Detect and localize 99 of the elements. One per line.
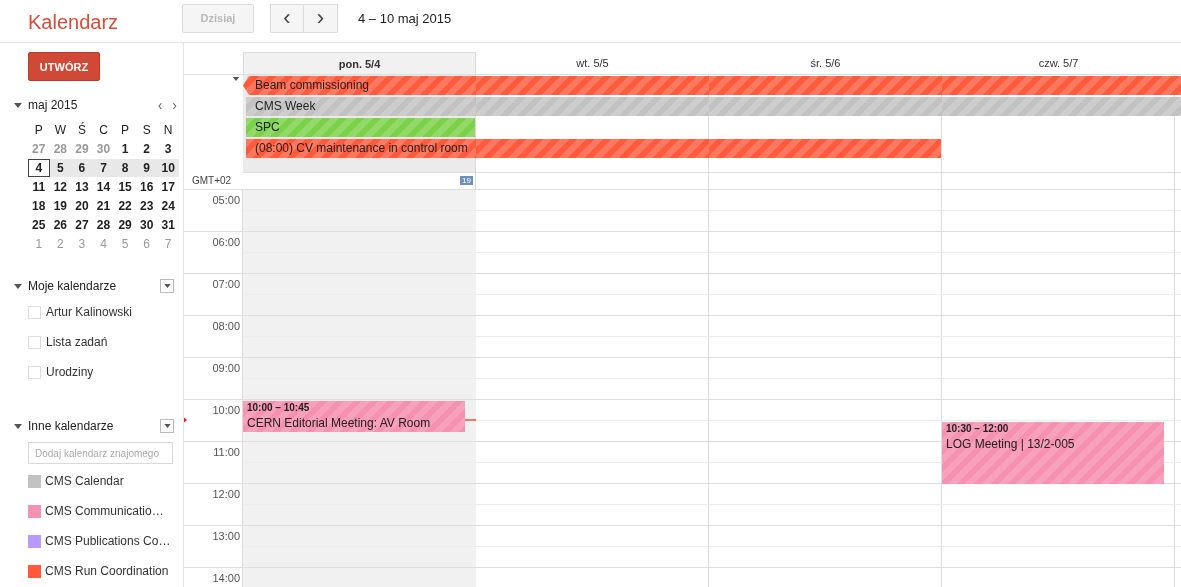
event-bar-segment[interactable] <box>246 97 476 116</box>
date-cell[interactable]: 23 <box>135 197 158 215</box>
calendar-name[interactable]: CMS Publications Co… <box>45 534 171 548</box>
date-cell[interactable]: 4 <box>28 159 50 177</box>
all-day-event-title[interactable]: CMS Week <box>255 97 316 116</box>
date-cell[interactable]: 16 <box>135 178 158 196</box>
day-header[interactable]: wt. 5/5 <box>476 52 709 74</box>
color-swatch[interactable] <box>28 504 41 518</box>
calendar-name[interactable]: CMS Communicatio… <box>45 504 164 518</box>
checkbox[interactable] <box>28 335 41 349</box>
calendar-name[interactable]: CMS Calendar <box>45 474 124 488</box>
date-cell[interactable]: 27 <box>71 216 93 234</box>
date-cell[interactable]: 12 <box>49 178 72 196</box>
calendar-name[interactable]: Lista zadań <box>46 335 108 349</box>
date-cell[interactable]: 22 <box>114 197 136 215</box>
hour-label: 05:00 <box>212 194 240 206</box>
date-cell[interactable]: 25 <box>28 216 50 234</box>
section-title: Inne kalendarze <box>28 419 114 433</box>
date-cell[interactable]: 31 <box>157 216 179 234</box>
date-cell[interactable]: 18 <box>28 197 50 215</box>
collapse-icon[interactable] <box>14 102 22 108</box>
date-cell[interactable]: 6 <box>71 159 93 177</box>
event-title: CERN Editorial Meeting: AV Room <box>247 416 431 430</box>
day-header[interactable]: czw. 5/7 <box>942 52 1175 74</box>
color-swatch[interactable] <box>28 474 41 488</box>
date-cell[interactable]: 20 <box>71 197 93 215</box>
collapse-icon[interactable] <box>232 77 240 81</box>
add-calendar-field[interactable]: Dodaj kalendarz znajomego <box>28 442 173 464</box>
weekday-label: S <box>141 122 152 139</box>
date-cell[interactable]: 28 <box>92 216 115 234</box>
collapse-icon[interactable] <box>14 423 22 429</box>
color-swatch[interactable] <box>28 534 41 548</box>
hour-label: 10:00 <box>212 404 240 416</box>
date-cell[interactable]: 7 <box>92 159 115 177</box>
month-label: maj 2015 <box>28 98 78 112</box>
previous-button[interactable]: ‹ <box>270 3 304 33</box>
calendar-name[interactable]: Artur Kalinowski <box>46 305 133 319</box>
date-cell[interactable]: 10 <box>157 159 179 177</box>
date-cell[interactable]: 9 <box>135 159 158 177</box>
weekday-label: P <box>120 122 131 139</box>
date-cell[interactable]: 30 <box>135 216 158 234</box>
previous-month-button[interactable]: ‹ <box>157 99 163 111</box>
date-cell[interactable]: 17 <box>157 178 179 196</box>
color-swatch[interactable] <box>28 564 41 578</box>
hour-label: 09:00 <box>212 362 240 374</box>
hour-label: 07:00 <box>212 278 240 290</box>
caret-icon <box>163 284 171 288</box>
date-cell[interactable]: 8 <box>114 159 136 177</box>
date-cell[interactable]: 15 <box>114 178 136 196</box>
weekday-label: W <box>53 122 67 139</box>
create-button[interactable]: UTWÓRZ <box>28 52 100 81</box>
date-cell[interactable]: 29 <box>114 216 136 234</box>
all-day-event-title[interactable]: SPC <box>255 118 280 137</box>
hour-label: 12:00 <box>212 488 240 500</box>
date-cell[interactable]: 11 <box>28 178 50 196</box>
event-bar-segment[interactable] <box>243 76 476 95</box>
event-block[interactable]: 10:00 – 10:45 CERN Editorial Meeting: AV Room <box>243 401 465 432</box>
calendar-badge: 19 <box>460 176 473 185</box>
timezone-label: GMT+02 <box>191 174 233 188</box>
date-cell[interactable]: 5 <box>49 159 72 177</box>
day-header[interactable]: śr. 5/6 <box>709 52 942 74</box>
dropdown-button[interactable] <box>160 419 174 433</box>
date-cell[interactable]: 24 <box>157 197 179 215</box>
dropdown-button[interactable] <box>160 279 174 293</box>
date-cell[interactable]: 2 <box>135 140 158 158</box>
date-cell[interactable]: 1 <box>114 140 136 158</box>
all-day-event-title[interactable]: (08:00) CV maintenance in control room <box>255 139 468 158</box>
event-time: 10:00 – 10:45 <box>247 402 311 413</box>
date-range: 4 – 10 maj 2015 <box>358 10 452 26</box>
date-cell[interactable]: 19 <box>49 197 72 215</box>
calendar-name[interactable]: CMS Run Coordination <box>45 564 169 578</box>
event-title: LOG Meeting | 13/2-005 <box>946 437 1075 451</box>
event-block[interactable]: 10:30 – 12:00 LOG Meeting | 13/2-005 <box>942 422 1164 484</box>
weekday-label: P <box>33 122 44 139</box>
date-cell[interactable]: 3 <box>157 140 179 158</box>
date-cell[interactable]: 21 <box>92 197 115 215</box>
section-title: Moje kalendarze <box>28 279 117 293</box>
day-header[interactable]: pon. 5/4 <box>243 52 476 74</box>
event-time: 10:30 – 12:00 <box>946 423 1010 434</box>
weekday-label: Ś <box>76 121 87 139</box>
weekday-label: N <box>162 122 174 139</box>
all-day-event-title[interactable]: Beam commissioning <box>255 76 370 95</box>
date-cell[interactable]: 13 <box>71 178 93 196</box>
date-cell[interactable]: 26 <box>49 216 72 234</box>
app-title: Kalendarz <box>27 10 120 34</box>
checkbox[interactable] <box>28 365 41 379</box>
collapse-icon[interactable] <box>14 283 22 289</box>
next-month-button[interactable]: › <box>172 99 177 111</box>
weekday-label: C <box>98 122 109 139</box>
next-button[interactable]: › <box>304 3 338 33</box>
hour-label: 13:00 <box>212 530 240 542</box>
date-cell[interactable]: 14 <box>92 178 115 196</box>
hour-label: 08:00 <box>212 320 240 332</box>
caret-icon <box>163 424 171 428</box>
hour-label: 06:00 <box>212 236 240 248</box>
checkbox[interactable] <box>28 305 41 319</box>
hour-label: 11:00 <box>213 446 240 458</box>
hour-label: 14:00 <box>212 572 240 584</box>
calendar-name[interactable]: Urodziny <box>46 365 94 379</box>
